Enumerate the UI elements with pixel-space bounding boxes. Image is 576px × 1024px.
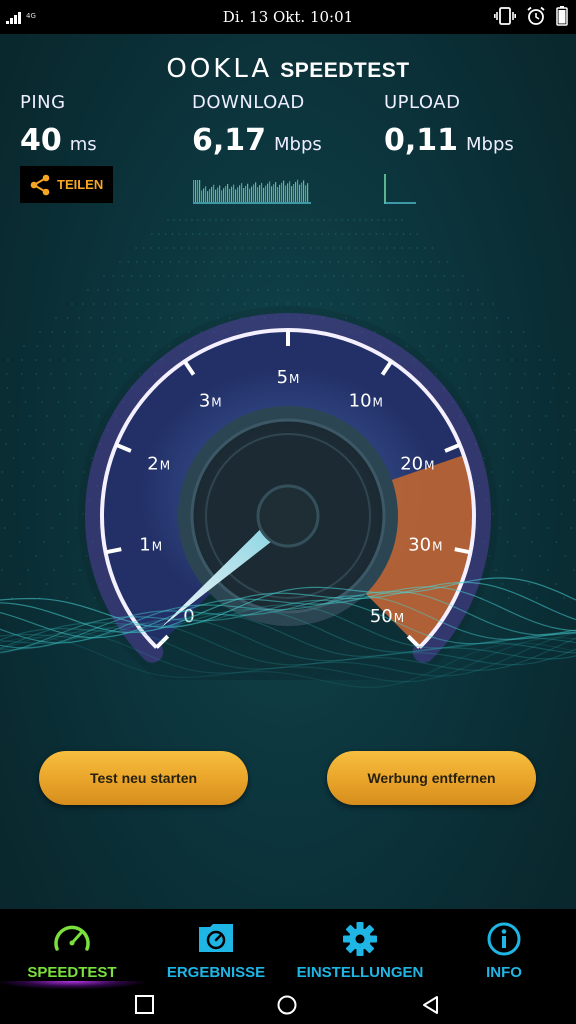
tab-ergebnisse[interactable]: ERGEBNISSE — [144, 909, 288, 989]
upload-metric: UPLOAD 0,11 Mbps — [384, 92, 514, 158]
status-bar: 4G Di. 13 Okt. 10:01 — [0, 0, 576, 34]
tab-einstellungen[interactable]: EINSTELLUNGEN — [288, 909, 432, 989]
upload-unit: Mbps — [466, 134, 514, 155]
logo-brand: OOKLA — [166, 54, 273, 84]
remove-ads-button[interactable]: Werbung entfernen — [327, 751, 536, 805]
bottom-tab-bar: SPEEDTEST ERGEBNISSE EINSTELLUNGEN INFO — [0, 909, 576, 989]
ping-label: PING — [20, 92, 66, 113]
tab-info[interactable]: INFO — [432, 909, 576, 989]
download-label: DOWNLOAD — [192, 92, 305, 113]
vibrate-icon — [494, 7, 516, 25]
ping-unit: ms — [69, 134, 97, 155]
ping-value: 40 — [20, 123, 62, 158]
logo-product: SPEEDTEST — [280, 59, 410, 82]
share-icon — [30, 174, 50, 195]
recent-apps-icon[interactable] — [134, 994, 156, 1016]
tab-speedtest[interactable]: SPEEDTEST — [0, 909, 144, 989]
share-button[interactable]: TEILEN — [20, 166, 113, 203]
battery-icon — [556, 6, 568, 26]
download-speed-graph — [193, 179, 311, 204]
system-nav-bar — [0, 989, 576, 1024]
home-icon[interactable] — [276, 994, 298, 1016]
tab-einstellungen-label: EINSTELLUNGEN — [296, 964, 424, 981]
info-icon — [487, 922, 521, 956]
back-icon[interactable] — [420, 994, 442, 1016]
wave-graphic — [0, 577, 576, 688]
gauge-hub — [256, 484, 320, 548]
gear-icon — [343, 922, 377, 956]
speedometer-icon — [54, 925, 90, 951]
tab-ergebnisse-label: ERGEBNISSE — [166, 964, 266, 981]
alarm-icon — [527, 6, 545, 25]
download-value: 6,17 — [192, 123, 267, 158]
results-folder-icon — [199, 924, 233, 952]
ping-metric: PING 40 ms — [20, 92, 97, 158]
tab-info-label: INFO — [486, 964, 522, 981]
share-label: TEILEN — [57, 177, 104, 192]
upload-speed-graph — [384, 174, 416, 204]
app-logo: OOKLA SPEEDTEST — [0, 54, 576, 84]
status-time: Di. 13 Okt. 10:01 — [222, 8, 354, 26]
download-metric: DOWNLOAD 6,17 Mbps — [192, 92, 322, 158]
restart-test-button[interactable]: Test neu starten — [39, 751, 248, 805]
upload-value: 0,11 — [384, 123, 459, 158]
upload-label: UPLOAD — [384, 92, 461, 113]
tab-speedtest-label: SPEEDTEST — [27, 964, 117, 981]
download-unit: Mbps — [274, 134, 322, 155]
tab-active-indicator — [0, 981, 144, 989]
